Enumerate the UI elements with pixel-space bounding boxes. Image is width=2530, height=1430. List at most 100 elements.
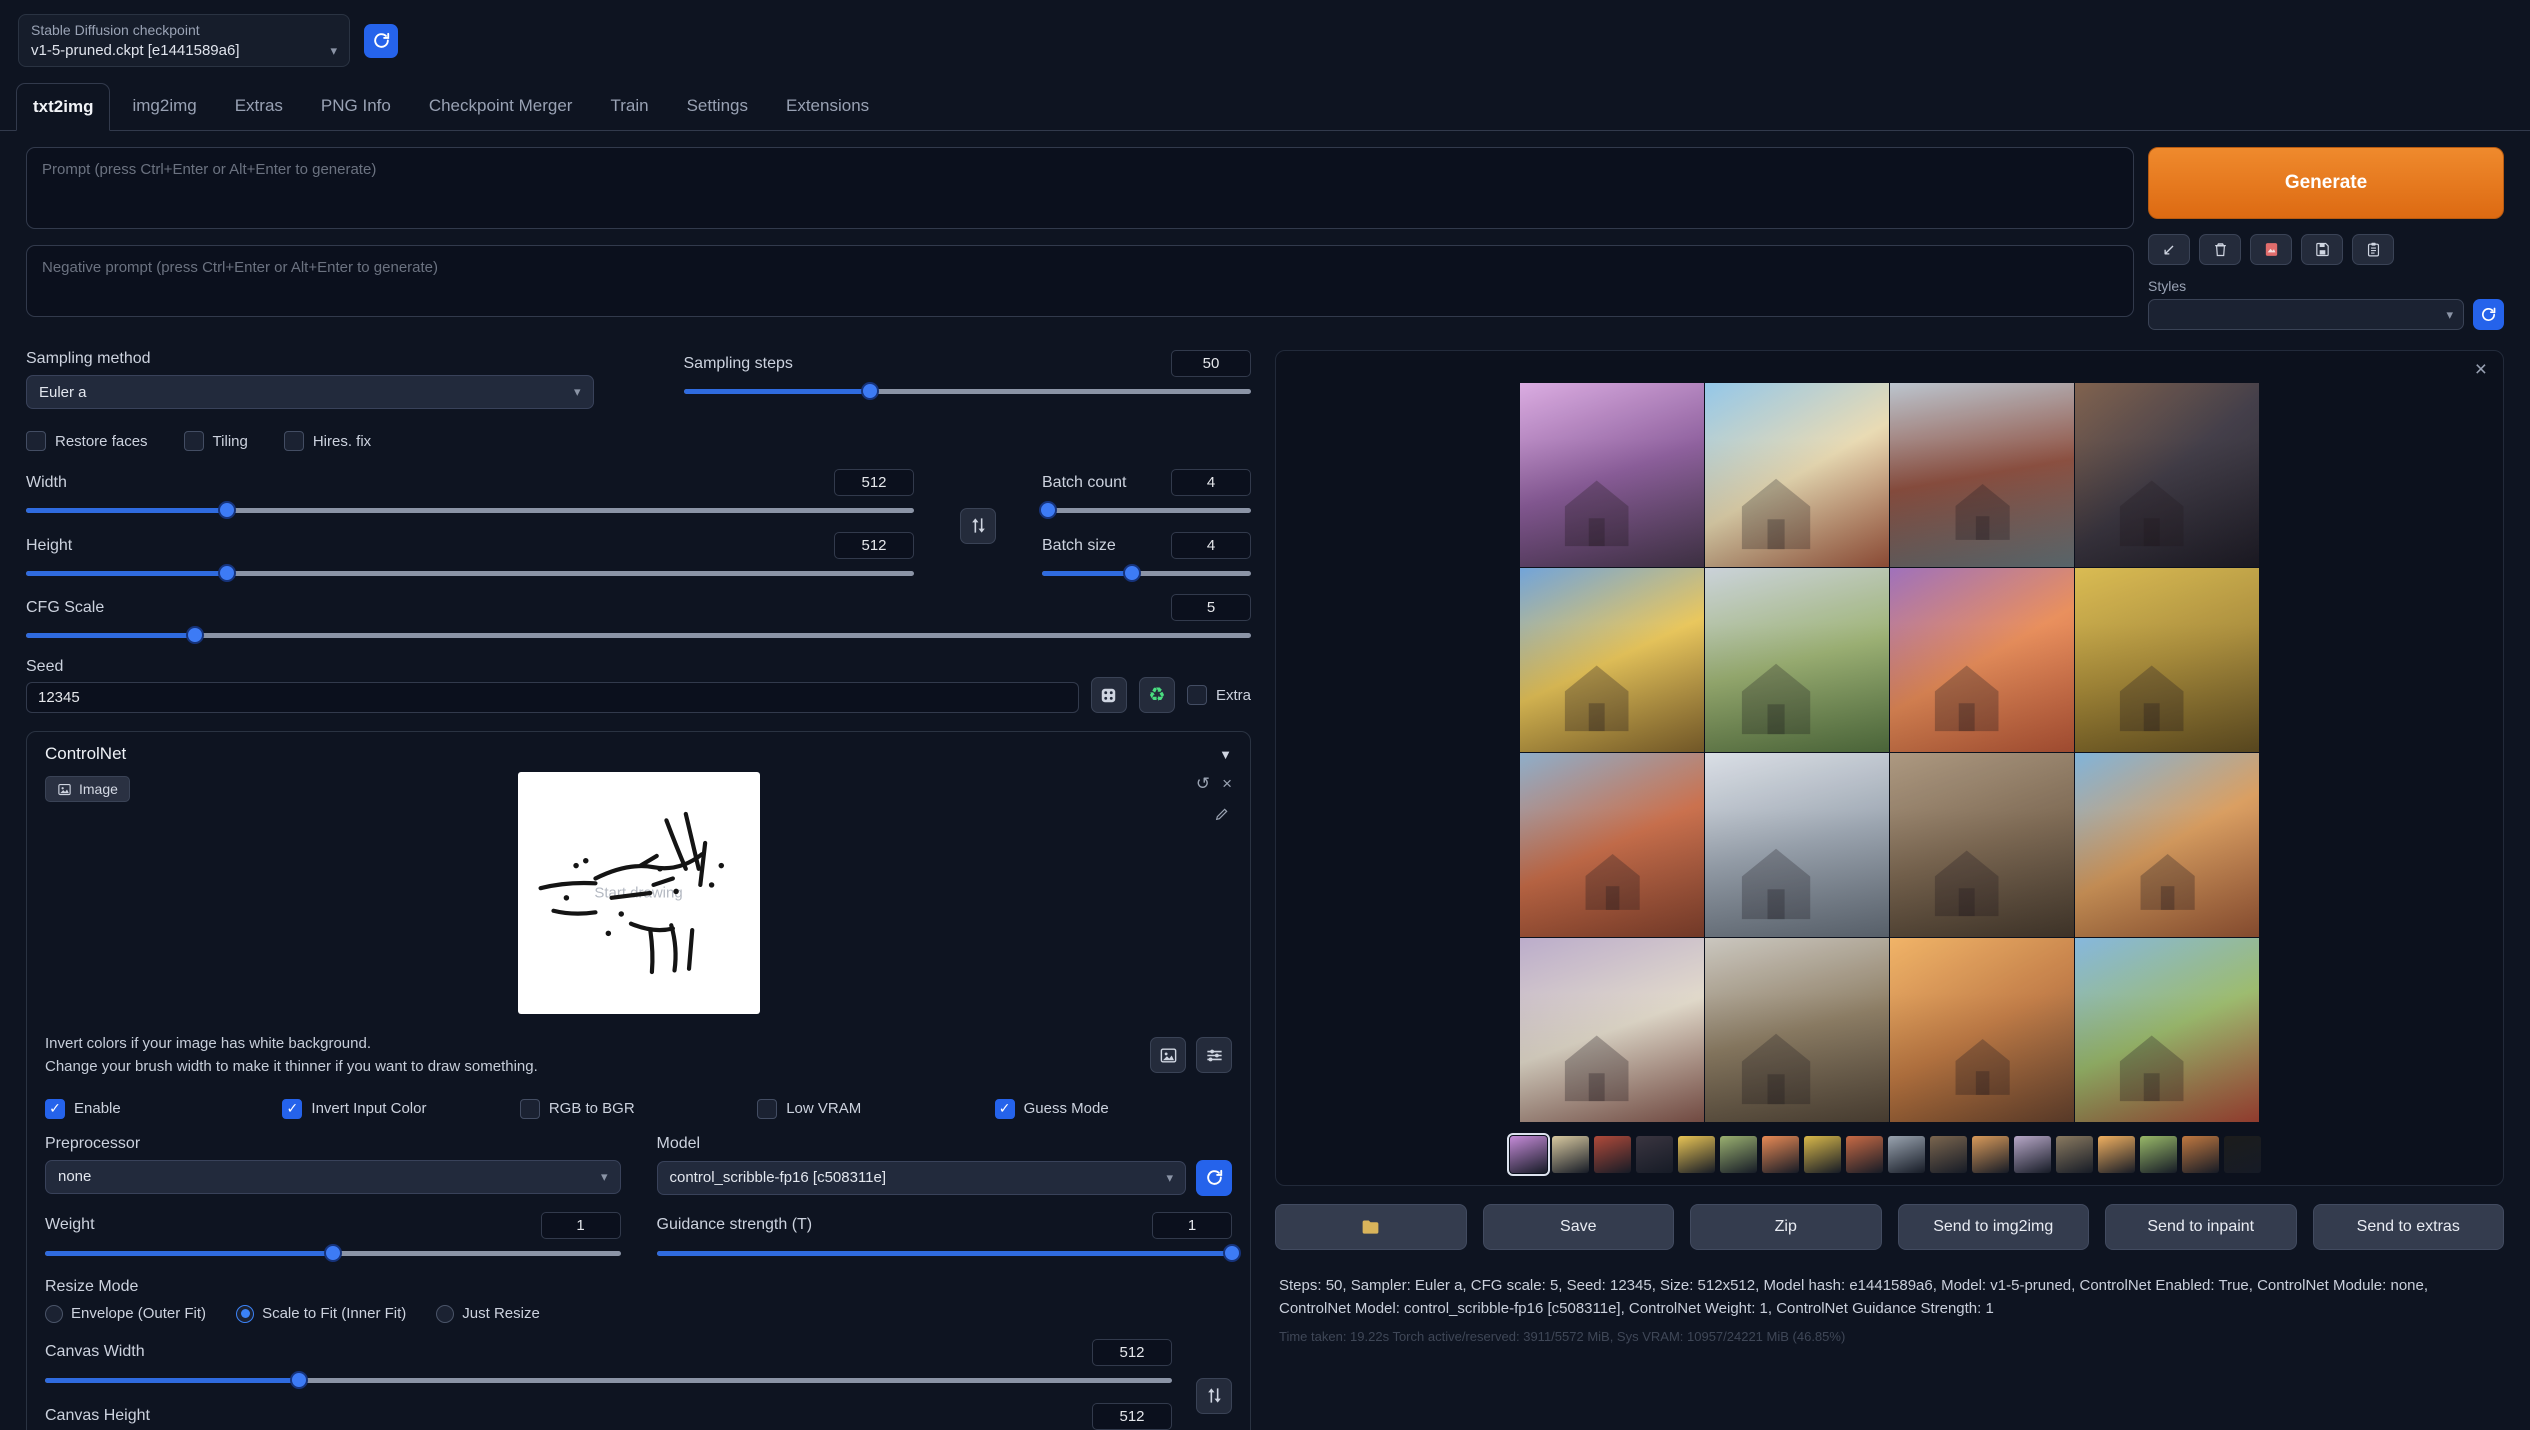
resize-just-resize-option[interactable]: Just Resize xyxy=(436,1305,540,1323)
extra-networks-button[interactable] xyxy=(2250,234,2292,265)
resize-scale-to-fit-option[interactable]: Scale to Fit (Inner Fit) xyxy=(236,1305,406,1323)
save-button[interactable]: Save xyxy=(1483,1204,1675,1250)
batch-count-value[interactable]: 4 xyxy=(1171,469,1251,496)
gallery-image[interactable] xyxy=(1705,568,1889,752)
send-to-extras-button[interactable]: Send to extras xyxy=(2313,1204,2505,1250)
slider-handle[interactable] xyxy=(1223,1244,1241,1262)
gallery-thumbnail[interactable] xyxy=(2140,1136,2177,1173)
canvas-width-value[interactable]: 512 xyxy=(1092,1339,1172,1366)
random-seed-button[interactable] xyxy=(1091,677,1127,713)
tab-txt2img[interactable]: txt2img xyxy=(16,83,110,131)
gallery-image[interactable] xyxy=(1890,938,2074,1122)
upload-image-button[interactable] xyxy=(1150,1037,1186,1073)
tab-png-info[interactable]: PNG Info xyxy=(305,83,407,130)
gallery-image[interactable] xyxy=(1705,383,1889,567)
slider-handle[interactable] xyxy=(218,564,236,582)
low-vram-option[interactable]: ✓ Low VRAM xyxy=(757,1099,994,1119)
tab-extras[interactable]: Extras xyxy=(219,83,299,130)
gallery-image[interactable] xyxy=(1520,383,1704,567)
undo-icon[interactable]: ↺ xyxy=(1196,774,1210,794)
open-folder-button[interactable] xyxy=(1275,1204,1467,1250)
gallery-image[interactable] xyxy=(2075,568,2259,752)
preprocessor-select[interactable]: none ▾ xyxy=(45,1160,621,1194)
gallery-image[interactable] xyxy=(2075,753,2259,937)
refresh-checkpoint-button[interactable] xyxy=(364,24,398,58)
seed-input[interactable] xyxy=(26,682,1079,713)
width-value[interactable]: 512 xyxy=(834,469,914,496)
swap-width-height-button[interactable] xyxy=(960,508,996,544)
gallery-image[interactable] xyxy=(1520,753,1704,937)
resize-envelope-option[interactable]: Envelope (Outer Fit) xyxy=(45,1305,206,1323)
gallery-image[interactable] xyxy=(2075,938,2259,1122)
height-slider[interactable] xyxy=(26,564,914,582)
rgb-to-bgr-checkbox[interactable]: ✓ xyxy=(520,1099,540,1119)
weight-value[interactable]: 1 xyxy=(541,1212,621,1239)
gallery-thumbnail[interactable] xyxy=(1678,1136,1715,1173)
slider-handle[interactable] xyxy=(324,1244,342,1262)
save-style-button[interactable] xyxy=(2301,234,2343,265)
slider-handle[interactable] xyxy=(290,1371,308,1389)
brush-tool-button[interactable] xyxy=(1214,806,1230,827)
controlnet-image-tab[interactable]: Image xyxy=(45,776,130,802)
slider-handle[interactable] xyxy=(186,626,204,644)
gallery-image[interactable] xyxy=(1705,753,1889,937)
seed-extra-option[interactable]: ✓ Extra xyxy=(1187,677,1251,713)
resize-scale-to-fit-radio[interactable] xyxy=(236,1305,254,1323)
generate-button[interactable]: Generate xyxy=(2148,147,2504,219)
tiling-option[interactable]: ✓ Tiling xyxy=(184,431,248,451)
canvas-width-slider[interactable] xyxy=(45,1371,1172,1389)
zip-button[interactable]: Zip xyxy=(1690,1204,1882,1250)
hires-fix-option[interactable]: ✓ Hires. fix xyxy=(284,431,371,451)
guidance-strength-slider[interactable] xyxy=(657,1244,1233,1262)
slider-track[interactable] xyxy=(1042,508,1251,513)
tab-img2img[interactable]: img2img xyxy=(116,83,212,130)
negative-prompt-input[interactable] xyxy=(26,245,2134,317)
slider-track[interactable] xyxy=(45,1378,1172,1383)
gallery-thumbnail[interactable] xyxy=(1930,1136,1967,1173)
slider-track[interactable] xyxy=(1042,571,1251,576)
gallery-thumbnail[interactable] xyxy=(1888,1136,1925,1173)
gallery-image[interactable] xyxy=(1520,568,1704,752)
refresh-models-button[interactable] xyxy=(1196,1160,1232,1196)
cfg-scale-value[interactable]: 5 xyxy=(1171,594,1251,621)
resize-envelope-radio[interactable] xyxy=(45,1305,63,1323)
batch-size-slider[interactable] xyxy=(1042,564,1251,582)
sampling-steps-slider[interactable] xyxy=(684,382,1252,400)
weight-slider[interactable] xyxy=(45,1244,621,1262)
invert-input-color-checkbox[interactable]: ✓ xyxy=(282,1099,302,1119)
gallery-image[interactable] xyxy=(1890,568,2074,752)
canvas-height-value[interactable]: 512 xyxy=(1092,1403,1172,1430)
gallery-image[interactable] xyxy=(1890,383,2074,567)
gallery-thumbnail[interactable] xyxy=(1594,1136,1631,1173)
gallery-thumbnail[interactable] xyxy=(1636,1136,1673,1173)
batch-size-value[interactable]: 4 xyxy=(1171,532,1251,559)
clear-canvas-icon[interactable]: × xyxy=(1222,774,1232,794)
gallery-thumbnail[interactable] xyxy=(1510,1136,1547,1173)
low-vram-checkbox[interactable]: ✓ xyxy=(757,1099,777,1119)
sampling-steps-value[interactable]: 50 xyxy=(1171,350,1251,377)
height-value[interactable]: 512 xyxy=(834,532,914,559)
gallery-image[interactable] xyxy=(1520,938,1704,1122)
tiling-checkbox[interactable]: ✓ xyxy=(184,431,204,451)
close-gallery-icon[interactable]: × xyxy=(2475,359,2487,380)
apply-style-button[interactable] xyxy=(2352,234,2394,265)
brush-settings-button[interactable] xyxy=(1196,1037,1232,1073)
tab-settings[interactable]: Settings xyxy=(671,83,764,130)
refresh-styles-button[interactable] xyxy=(2473,299,2504,330)
gallery-image[interactable] xyxy=(1705,938,1889,1122)
invert-input-color-option[interactable]: ✓ Invert Input Color xyxy=(282,1099,519,1119)
gallery-thumbnail[interactable] xyxy=(2014,1136,2051,1173)
gallery-thumbnail[interactable] xyxy=(2098,1136,2135,1173)
controlnet-model-select[interactable]: control_scribble-fp16 [c508311e] ▾ xyxy=(657,1161,1187,1195)
guidance-strength-value[interactable]: 1 xyxy=(1152,1212,1232,1239)
slider-track[interactable] xyxy=(684,389,1252,394)
gallery-thumbnail[interactable] xyxy=(1720,1136,1757,1173)
gallery-thumbnail[interactable] xyxy=(1552,1136,1589,1173)
checkpoint-select[interactable]: v1-5-pruned.ckpt [e1441589a6] ▾ xyxy=(31,42,337,59)
enable-checkbox[interactable]: ✓ xyxy=(45,1099,65,1119)
slider-track[interactable] xyxy=(26,508,914,513)
prompt-input[interactable] xyxy=(26,147,2134,229)
slider-track[interactable] xyxy=(26,571,914,576)
tab-checkpoint-merger[interactable]: Checkpoint Merger xyxy=(413,83,589,130)
gallery-thumbnail[interactable] xyxy=(2224,1136,2261,1173)
